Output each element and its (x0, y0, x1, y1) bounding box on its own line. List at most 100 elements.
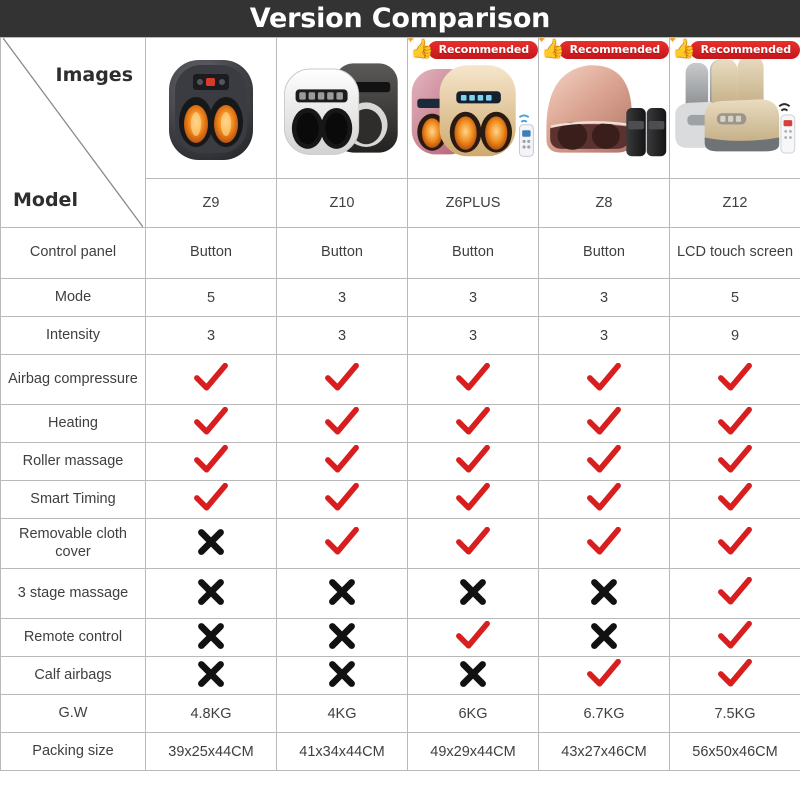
version-comparison-page: Version Comparison Images Model 👍✦Recommen… (0, 0, 800, 800)
table-row: G.W 4.8KG 4KG 6KG 6.7KG 7.5KG (0, 694, 800, 733)
check-icon (587, 526, 621, 555)
product-image-cell-z8[interactable]: 👍✦Recommended (538, 37, 670, 179)
feature-unsupported-cell (276, 656, 408, 695)
row-label: G.W (0, 694, 146, 733)
feature-supported-cell (276, 354, 408, 405)
feature-supported-cell (145, 442, 277, 481)
check-icon (325, 482, 359, 511)
check-icon (325, 526, 359, 555)
feature-supported-cell (669, 442, 800, 481)
feature-unsupported-cell (276, 618, 408, 657)
feature-supported-cell (669, 618, 800, 657)
cross-icon (329, 578, 355, 605)
cross-icon (591, 622, 617, 649)
cross-icon (591, 578, 617, 605)
product-image-cell-z10[interactable] (276, 37, 408, 179)
feature-supported-cell (407, 618, 539, 657)
spec-value-cell: LCD touch screen (669, 227, 800, 279)
images-header-label: Images (55, 64, 133, 86)
feature-supported-cell (407, 442, 539, 481)
spec-value-cell: 43x27x46CM (538, 732, 670, 771)
check-icon (194, 482, 228, 511)
feature-supported-cell (276, 404, 408, 443)
feature-supported-cell (669, 480, 800, 519)
feature-supported-cell (276, 518, 408, 569)
feature-supported-cell (276, 442, 408, 481)
model-name-cell: Z8 (538, 178, 670, 228)
product-image-cell-z9[interactable] (145, 37, 277, 179)
foot-massager-gold-pink-remote (409, 39, 538, 178)
check-icon (325, 444, 359, 473)
spec-value-cell: 3 (145, 316, 277, 355)
table-row: Smart Timing (0, 480, 800, 519)
product-image-cell-z6plus[interactable]: 👍✦Recommended (407, 37, 539, 179)
feature-supported-cell (407, 480, 539, 519)
check-icon (718, 406, 752, 435)
check-icon (718, 620, 752, 649)
spec-value-cell: 3 (407, 316, 539, 355)
table-row: Heating (0, 404, 800, 443)
check-icon (718, 482, 752, 511)
feature-unsupported-cell (407, 656, 539, 695)
spec-value-cell: 7.5KG (669, 694, 800, 733)
check-icon (194, 406, 228, 435)
model-header-label: Model (13, 189, 78, 211)
model-name-cell: Z10 (276, 178, 408, 228)
row-label: Remote control (0, 618, 146, 657)
spec-value-cell: 5 (145, 278, 277, 317)
spec-value-cell: 3 (276, 278, 408, 317)
feature-supported-cell (669, 354, 800, 405)
page-title-bar: Version Comparison (0, 0, 800, 37)
spec-value-cell: 3 (407, 278, 539, 317)
row-label: Control panel (0, 227, 146, 279)
check-icon (456, 444, 490, 473)
cross-icon (198, 528, 224, 555)
table-row: Calf airbags (0, 656, 800, 695)
feature-supported-cell (407, 354, 539, 405)
product-image-cell-z12[interactable]: 👍✦Recommended (669, 37, 800, 179)
feature-unsupported-cell (538, 618, 670, 657)
check-icon (456, 406, 490, 435)
spec-value-cell: 4.8KG (145, 694, 277, 733)
spec-value-cell: 4KG (276, 694, 408, 733)
feature-supported-cell (145, 354, 277, 405)
feature-unsupported-cell (145, 618, 277, 657)
spec-value-cell: 49x29x44CM (407, 732, 539, 771)
row-label: Smart Timing (0, 480, 146, 519)
spec-value-cell: Button (276, 227, 408, 279)
table-row: Control panel Button Button Button Button LCD… (0, 227, 800, 279)
feature-supported-cell (276, 480, 408, 519)
cross-icon (460, 660, 486, 687)
row-label: Mode (0, 278, 146, 317)
feature-supported-cell (669, 656, 800, 695)
feature-supported-cell (669, 518, 800, 569)
feature-supported-cell (407, 518, 539, 569)
model-name-cell: Z6PLUS (407, 178, 539, 228)
cross-icon (329, 622, 355, 649)
check-icon (194, 362, 228, 391)
table-row: Intensity 3 3 3 3 9 (0, 316, 800, 355)
spec-value-cell: 3 (276, 316, 408, 355)
spec-value-cell: 39x25x44CM (145, 732, 277, 771)
cross-icon (198, 578, 224, 605)
cross-icon (198, 660, 224, 687)
check-icon (194, 444, 228, 473)
row-label: Roller massage (0, 442, 146, 481)
check-icon (587, 482, 621, 511)
model-name-cell: Z12 (669, 178, 800, 228)
check-icon (456, 362, 490, 391)
spec-value-cell: 6.7KG (538, 694, 670, 733)
check-icon (587, 658, 621, 687)
foot-massager-rosegold-calf (540, 39, 669, 178)
feature-supported-cell (538, 354, 670, 405)
row-label: Intensity (0, 316, 146, 355)
row-label: 3 stage massage (0, 568, 146, 619)
row-label: Removable cloth cover (0, 518, 146, 569)
feature-supported-cell (538, 518, 670, 569)
check-icon (587, 444, 621, 473)
row-label: Packing size (0, 732, 146, 771)
feature-supported-cell (669, 404, 800, 443)
check-icon (718, 444, 752, 473)
spec-value-cell: 3 (538, 278, 670, 317)
table-row: Packing size 39x25x44CM 41x34x44CM 49x29x44… (0, 732, 800, 771)
